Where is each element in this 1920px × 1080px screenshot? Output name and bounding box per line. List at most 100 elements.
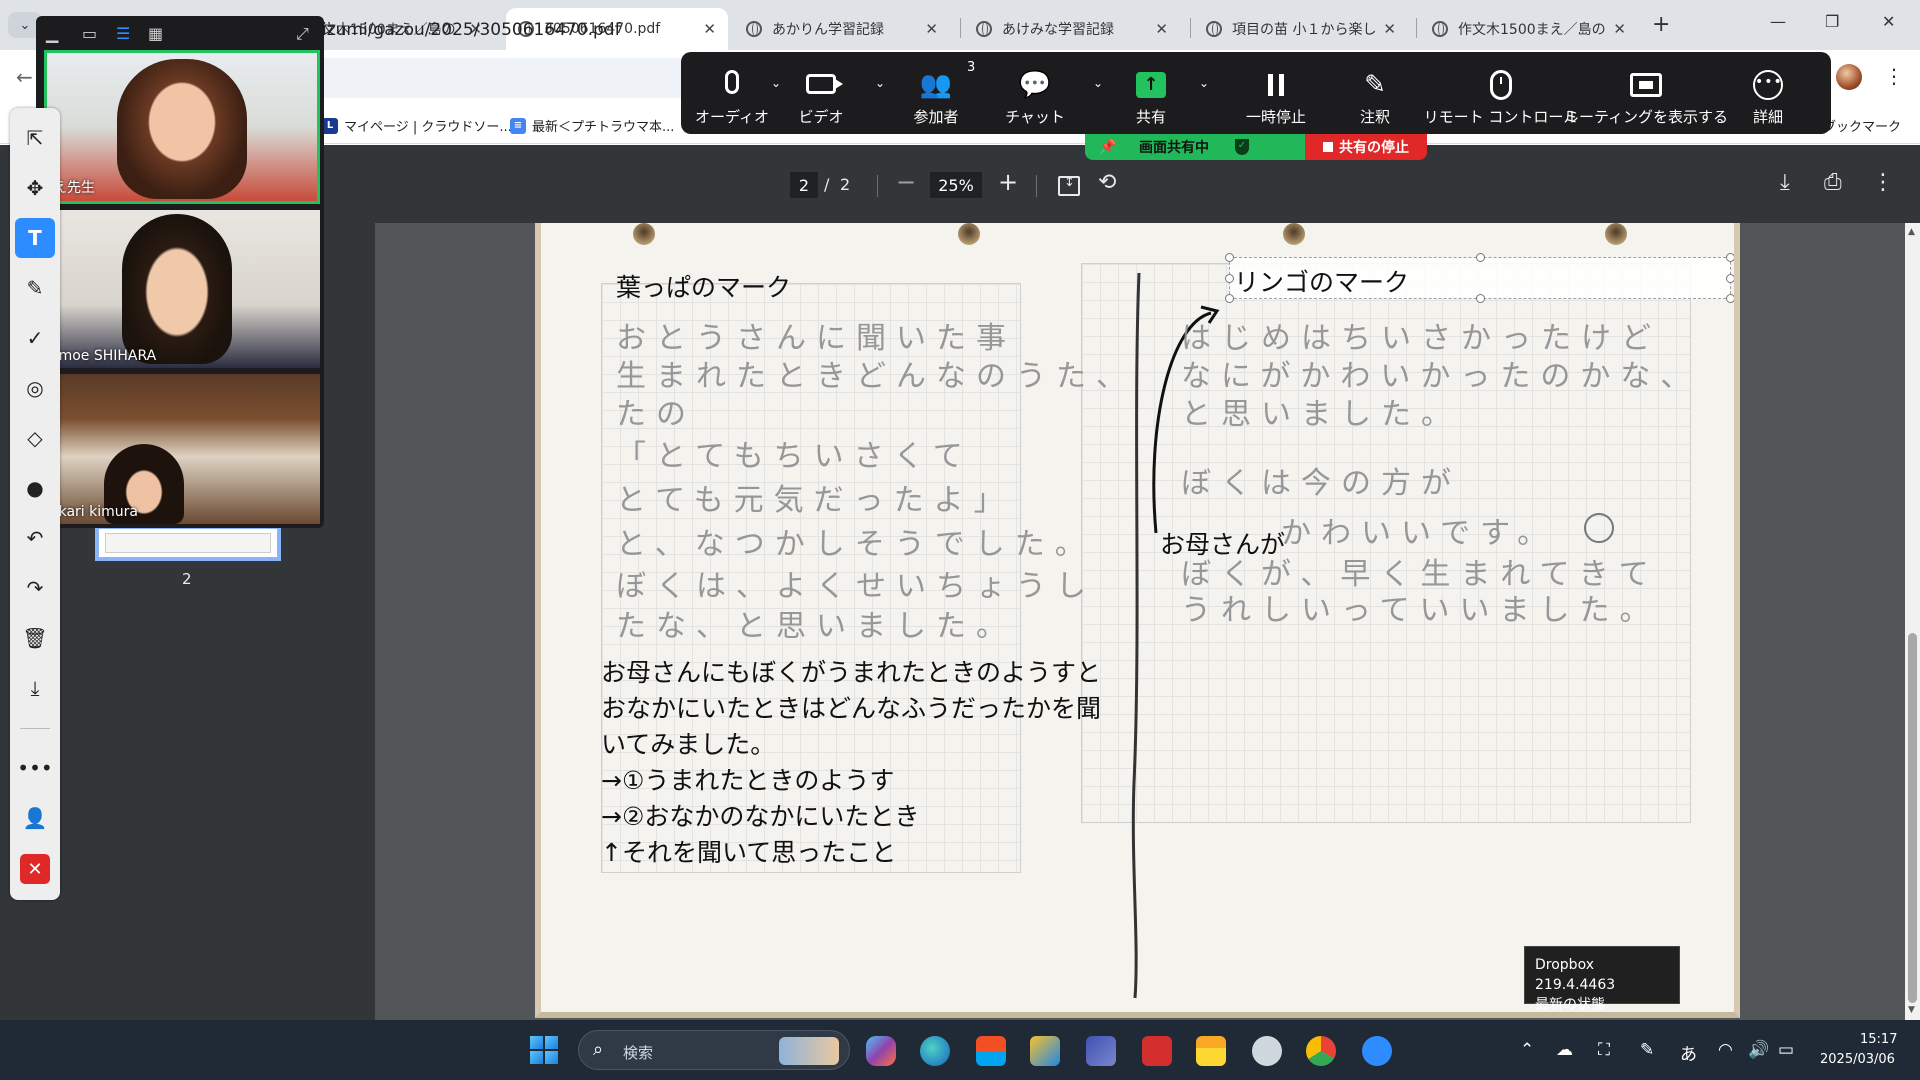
close-icon[interactable]: ✕ — [1613, 20, 1626, 38]
close-icon[interactable]: ✕ — [20, 854, 50, 884]
resize-handle[interactable] — [1726, 294, 1734, 303]
tab-sakubun-2[interactable]: 作文木1500まえ／島の ✕ — [1420, 8, 1638, 50]
profile-avatar[interactable] — [1836, 64, 1862, 90]
more-icon[interactable]: ••• — [15, 748, 55, 788]
video-panel[interactable]: ▁ ▭ ☰ ▦ ⤢ え先生 omoe SHIHARA akari kimura — [36, 16, 324, 528]
taskbar-search[interactable]: ⌕ 検索 — [578, 1030, 850, 1070]
page-thumbnail[interactable] — [95, 525, 281, 561]
video-tile-teacher[interactable]: え先生 — [44, 50, 320, 204]
clock-time[interactable]: 15:17 — [1860, 1032, 1897, 1047]
pen-icon[interactable]: ✎ — [15, 268, 55, 308]
browser-menu-icon[interactable]: ⋮ — [1884, 64, 1904, 88]
pdf-more-icon[interactable]: ⋮ — [1872, 170, 1894, 195]
speaker-view-icon[interactable]: ▭ — [82, 24, 97, 43]
audio-options-chevron-icon[interactable]: ⌄ — [771, 76, 781, 90]
ime-mode[interactable]: あ — [1680, 1040, 1697, 1065]
share-button[interactable]: ↑ 共有 — [1121, 52, 1181, 134]
tab-akarin[interactable]: あかりん学習記録 ✕ — [734, 8, 950, 50]
user-icon[interactable]: 👤 — [15, 798, 55, 838]
tab-koumoku[interactable]: 項目の苗 小１から楽し ✕ — [1194, 8, 1408, 50]
pause-share-button[interactable]: 一時停止 — [1241, 52, 1311, 134]
zoom-out-button[interactable]: − — [896, 168, 916, 196]
url-text[interactable]: izumi/gazou/2025/3050616470.pdf — [322, 20, 621, 40]
zoom-in-button[interactable]: + — [998, 168, 1018, 196]
rotate-icon[interactable]: ⟲ — [1098, 170, 1116, 195]
text-icon[interactable]: T — [15, 218, 55, 258]
tab-akemina[interactable]: あけみな学習記録 ✕ — [964, 8, 1180, 50]
save-icon[interactable]: ⤓ — [15, 668, 55, 708]
onedrive-icon[interactable]: ☁ — [1556, 1040, 1573, 1060]
video-options-chevron-icon[interactable]: ⌄ — [875, 76, 885, 90]
eraser-icon[interactable]: ◇ — [15, 418, 55, 458]
resize-handle[interactable] — [1476, 294, 1485, 303]
participants-button[interactable]: 👥 参加者 — [901, 52, 971, 134]
chevron-up-icon[interactable]: ⌃ — [1520, 1040, 1534, 1060]
windows-start-icon[interactable] — [530, 1036, 558, 1064]
new-tab-button[interactable]: + — [1652, 12, 1670, 37]
close-icon[interactable]: ✕ — [1155, 20, 1168, 38]
stamp-check-icon[interactable]: ✓ — [15, 318, 55, 358]
video-button[interactable]: ビデオ — [793, 52, 849, 134]
resize-handle[interactable] — [1726, 274, 1734, 283]
annotate-button[interactable]: ✎ 注釈 — [1347, 52, 1403, 134]
bookmark-petit-trauma[interactable]: ≡ 最新＜プチトラウマ本... — [510, 116, 674, 135]
ime-pen-icon[interactable]: ✎ — [1640, 1040, 1654, 1060]
color-icon[interactable]: ● — [15, 468, 55, 508]
pdf-app-icon[interactable] — [1142, 1036, 1172, 1066]
zoom-level-input[interactable]: 25% — [930, 172, 982, 198]
volume-icon[interactable]: 🔊 — [1748, 1040, 1769, 1060]
video-tile-akari[interactable]: akari kimura — [44, 374, 320, 524]
close-icon[interactable]: ✕ — [1383, 20, 1396, 38]
scroll-up-icon[interactable]: ▲ — [1908, 227, 1915, 237]
show-meeting-button[interactable]: ミーティングを表示する — [1564, 52, 1728, 134]
audio-button[interactable]: オーディオ — [695, 52, 769, 134]
restore-icon[interactable]: ❐ — [1825, 12, 1839, 31]
clock-date[interactable]: 2025/03/06 — [1820, 1052, 1895, 1067]
pen-app-icon[interactable] — [1030, 1036, 1060, 1066]
zoom-app-icon[interactable] — [1362, 1036, 1392, 1066]
edge-icon[interactable] — [920, 1036, 950, 1066]
bookmark-crowdsource[interactable]: L マイページ | クラウドソー... — [322, 116, 512, 135]
stop-share-button[interactable]: 共有の停止 — [1305, 134, 1427, 160]
wifi-icon[interactable]: ◠ — [1718, 1040, 1733, 1060]
battery-icon[interactable]: ▭ — [1778, 1040, 1794, 1060]
download-icon[interactable]: ⤓ — [1780, 170, 1790, 195]
chat-options-chevron-icon[interactable]: ⌄ — [1093, 76, 1103, 90]
right-title[interactable]: リンゴのマーク — [1234, 263, 1409, 299]
window-close-icon[interactable]: ✕ — [1882, 12, 1895, 31]
sharing-status-pill[interactable]: 📌 画面共有中 ✓ — [1085, 134, 1305, 160]
mail-app-icon[interactable] — [1086, 1036, 1116, 1066]
pdf-scrollbar[interactable]: ▲ ▼ — [1905, 223, 1920, 1020]
minimize-panel-icon[interactable]: ▁ — [46, 24, 58, 43]
share-options-chevron-icon[interactable]: ⌄ — [1199, 76, 1209, 90]
redo-icon[interactable]: ↷ — [15, 568, 55, 608]
trash-icon[interactable]: 🗑 — [15, 618, 55, 658]
file-explorer-icon[interactable] — [1196, 1036, 1226, 1066]
dropbox-tray-icon[interactable]: ⛶ — [1598, 1040, 1610, 1060]
strip-view-icon[interactable]: ☰ — [116, 24, 130, 43]
move-icon[interactable]: ✥ — [15, 168, 55, 208]
back-arrow-icon[interactable]: ← — [16, 65, 33, 89]
close-icon[interactable]: ✕ — [703, 20, 716, 38]
resize-handle[interactable] — [1225, 294, 1234, 303]
store-icon[interactable] — [976, 1036, 1006, 1066]
resize-handle[interactable] — [1225, 253, 1234, 262]
more-button[interactable]: ••• 詳細 — [1739, 52, 1797, 134]
chrome-icon[interactable] — [1306, 1036, 1336, 1066]
gallery-view-icon[interactable]: ▦ — [148, 24, 163, 43]
video-tile-omoe[interactable]: omoe SHIHARA — [44, 210, 320, 368]
minimize-icon[interactable]: — — [1770, 12, 1786, 31]
page-number-input[interactable]: 2 — [790, 172, 818, 198]
close-icon[interactable]: ✕ — [925, 20, 938, 38]
resize-handle[interactable] — [1726, 253, 1734, 262]
resize-handle[interactable] — [1476, 253, 1485, 262]
scrollbar-thumb[interactable] — [1908, 633, 1917, 1003]
spotlight-icon[interactable]: ◎ — [15, 368, 55, 408]
copilot-icon[interactable] — [866, 1036, 896, 1066]
chat-button[interactable]: 💬 チャット — [1001, 52, 1069, 134]
scroll-down-icon[interactable]: ▼ — [1908, 1005, 1915, 1015]
remote-control-button[interactable]: リモート コントロール — [1424, 52, 1578, 134]
fit-page-icon[interactable] — [1058, 175, 1080, 196]
undo-icon[interactable]: ↶ — [15, 518, 55, 558]
resize-handle[interactable] — [1225, 274, 1234, 283]
